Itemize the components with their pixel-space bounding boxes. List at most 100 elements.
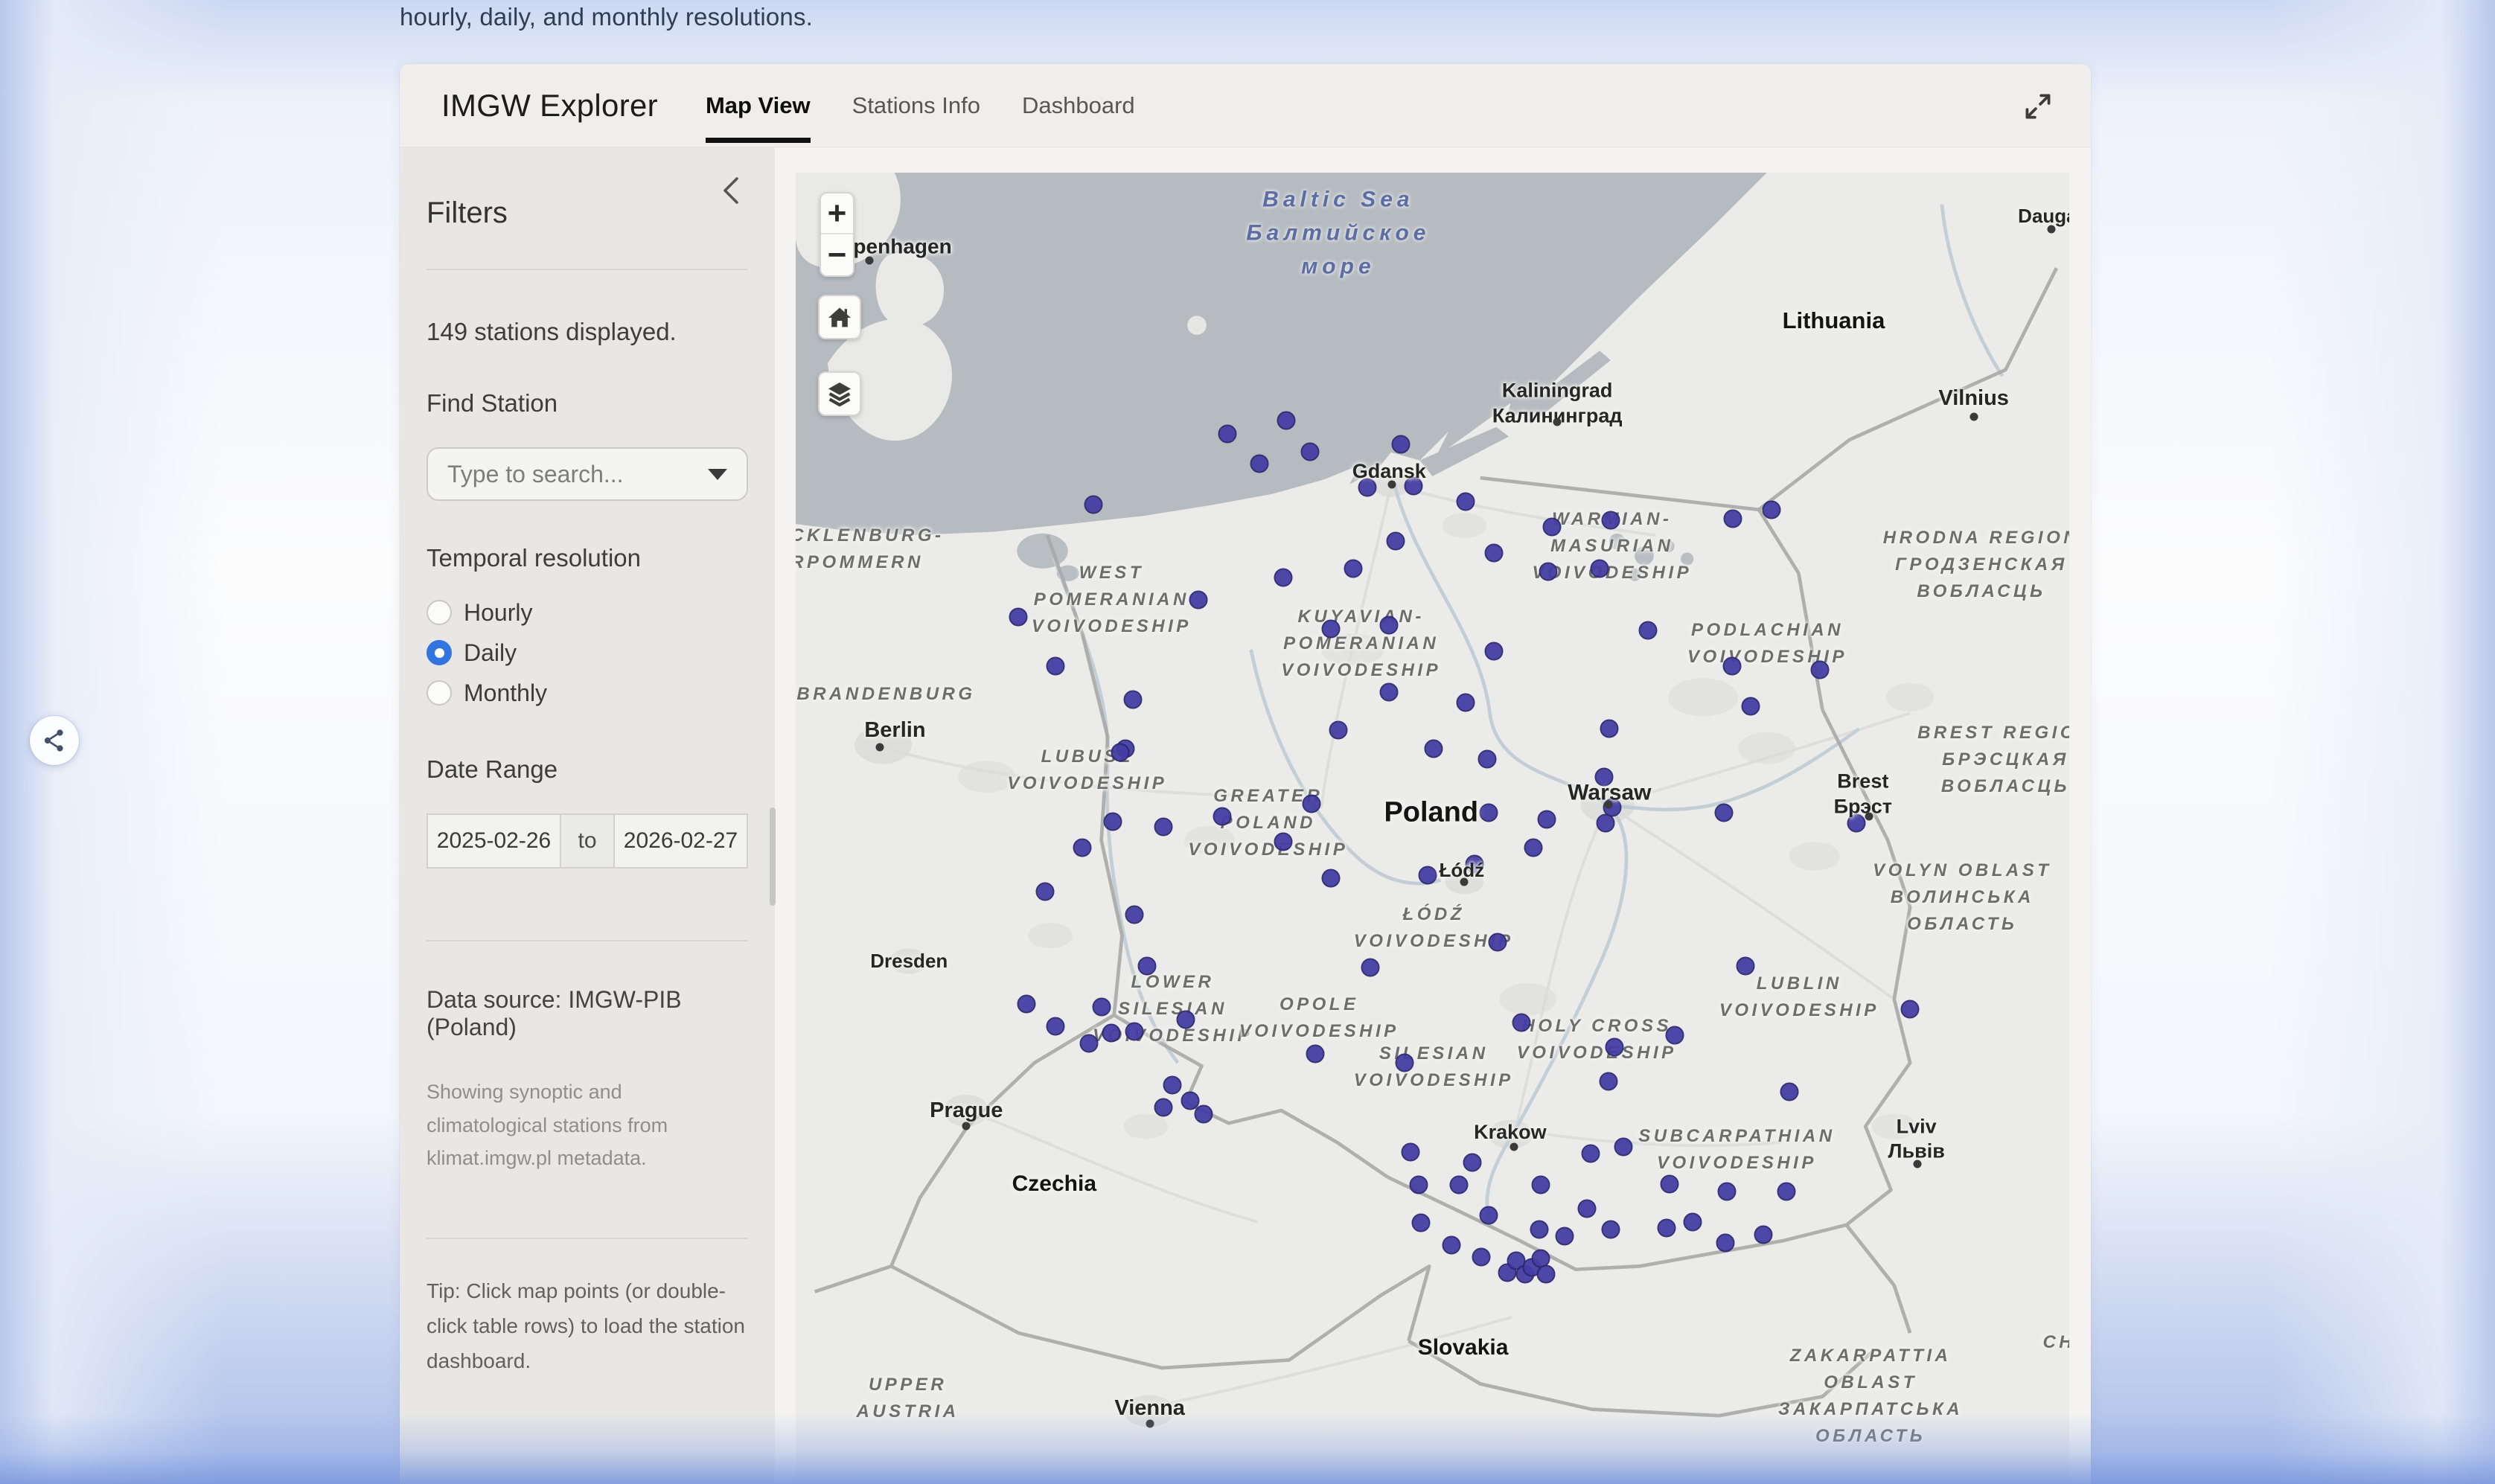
station-dot[interactable]: [1047, 656, 1065, 675]
station-dot[interactable]: [1250, 455, 1268, 473]
station-dot[interactable]: [1418, 866, 1437, 885]
station-dot[interactable]: [1104, 813, 1122, 831]
tab-map-view[interactable]: Map View: [706, 64, 811, 147]
station-dot[interactable]: [1479, 1206, 1498, 1224]
station-dot[interactable]: [1602, 1221, 1620, 1239]
station-dot[interactable]: [1590, 560, 1609, 578]
station-dot[interactable]: [1722, 656, 1741, 675]
station-dot[interactable]: [1484, 543, 1503, 562]
station-dot[interactable]: [1361, 958, 1379, 976]
station-dot[interactable]: [1189, 591, 1207, 610]
station-dot[interactable]: [1456, 493, 1475, 511]
station-dot[interactable]: [1717, 1183, 1736, 1201]
station-dot[interactable]: [1597, 813, 1615, 832]
home-icon[interactable]: [818, 295, 861, 339]
station-dot[interactable]: [1386, 532, 1405, 551]
station-dot[interactable]: [1344, 560, 1363, 578]
station-dot[interactable]: [1329, 720, 1347, 739]
layers-icon[interactable]: [818, 371, 861, 416]
station-dot[interactable]: [1524, 839, 1542, 857]
station-dot[interactable]: [1412, 1214, 1431, 1232]
station-dot[interactable]: [1409, 1176, 1428, 1194]
station-dot[interactable]: [1577, 1199, 1596, 1218]
station-dot[interactable]: [1274, 832, 1293, 851]
station-dot[interactable]: [1539, 562, 1558, 581]
station-dot[interactable]: [1194, 1105, 1213, 1124]
station-dot[interactable]: [1176, 1011, 1195, 1029]
radio-option-daily[interactable]: Daily: [427, 633, 748, 672]
station-dot[interactable]: [1658, 1219, 1676, 1238]
station-dot[interactable]: [1154, 818, 1173, 837]
station-dot[interactable]: [1321, 620, 1340, 639]
station-dot[interactable]: [1530, 1221, 1549, 1239]
station-dot[interactable]: [1478, 749, 1497, 768]
station-dot[interactable]: [1463, 1154, 1481, 1172]
station-dot[interactable]: [1660, 1174, 1678, 1193]
station-dot[interactable]: [1395, 1054, 1413, 1072]
station-dot[interactable]: [1425, 739, 1443, 758]
station-dot[interactable]: [1125, 906, 1144, 924]
station-dot[interactable]: [1762, 500, 1780, 519]
station-dot[interactable]: [1125, 1023, 1144, 1041]
station-dot[interactable]: [1472, 1248, 1490, 1267]
station-dot[interactable]: [1512, 1013, 1531, 1032]
station-dot[interactable]: [1391, 435, 1410, 453]
station-dot[interactable]: [1092, 997, 1111, 1016]
station-dot[interactable]: [1531, 1176, 1550, 1194]
tab-stations-info[interactable]: Stations Info: [852, 64, 980, 147]
station-dot[interactable]: [1599, 1072, 1617, 1091]
station-dot[interactable]: [1213, 807, 1232, 826]
station-dot[interactable]: [1901, 1000, 1920, 1019]
station-dot[interactable]: [1456, 693, 1475, 711]
station-dot[interactable]: [1084, 495, 1103, 514]
station-dot[interactable]: [1538, 810, 1556, 828]
station-dot[interactable]: [1073, 839, 1091, 857]
station-dot[interactable]: [1543, 517, 1562, 536]
station-search-input[interactable]: Type to search...: [427, 447, 748, 501]
zoom-in-button[interactable]: +: [821, 194, 853, 234]
radio-option-monthly[interactable]: Monthly: [427, 674, 748, 712]
station-dot[interactable]: [1163, 1076, 1182, 1095]
station-dot[interactable]: [1277, 412, 1295, 430]
station-dot[interactable]: [1724, 510, 1742, 528]
date-to-field[interactable]: 2026-02-27: [613, 813, 748, 869]
station-dot[interactable]: [1716, 1233, 1735, 1252]
station-dot[interactable]: [1274, 569, 1293, 587]
date-from-field[interactable]: 2025-02-26: [427, 813, 561, 869]
station-dot[interactable]: [1450, 1176, 1469, 1194]
station-dot[interactable]: [1737, 957, 1755, 976]
station-dot[interactable]: [1009, 608, 1028, 627]
station-dot[interactable]: [1581, 1144, 1600, 1162]
station-dot[interactable]: [1036, 882, 1055, 901]
chevron-left-icon[interactable]: [715, 173, 748, 208]
station-dot[interactable]: [1124, 691, 1143, 709]
station-dot[interactable]: [1306, 1045, 1325, 1064]
fullscreen-icon[interactable]: [2019, 88, 2057, 125]
station-dot[interactable]: [1302, 794, 1320, 813]
station-dot[interactable]: [1556, 1226, 1574, 1245]
station-dot[interactable]: [1402, 1143, 1420, 1162]
station-dot[interactable]: [1154, 1098, 1173, 1117]
station-dot[interactable]: [1683, 1212, 1702, 1231]
station-dot[interactable]: [1479, 803, 1498, 822]
sidebar-scrollbar[interactable]: [770, 807, 776, 906]
station-dot[interactable]: [1218, 424, 1237, 443]
station-dot[interactable]: [1742, 697, 1760, 716]
station-dot[interactable]: [1079, 1034, 1098, 1052]
station-dot[interactable]: [1780, 1083, 1798, 1101]
station-dot[interactable]: [1777, 1183, 1796, 1201]
station-dot[interactable]: [1638, 621, 1657, 639]
zoom-out-button[interactable]: −: [821, 234, 853, 275]
share-nodes-icon[interactable]: [30, 716, 79, 765]
station-dot[interactable]: [1614, 1138, 1633, 1157]
station-dot[interactable]: [1380, 615, 1399, 634]
station-dot[interactable]: [1017, 995, 1035, 1014]
station-dot[interactable]: [1111, 743, 1130, 761]
map-pane[interactable]: CKLENBURG-RPOMMERNWESTPOMERANIANVOIVODES…: [796, 173, 2069, 1484]
station-dot[interactable]: [1536, 1265, 1555, 1284]
station-dot[interactable]: [1102, 1023, 1121, 1042]
station-dot[interactable]: [1484, 642, 1503, 661]
station-dot[interactable]: [1443, 1236, 1461, 1255]
station-dot[interactable]: [1606, 1038, 1624, 1057]
station-dot[interactable]: [1665, 1026, 1684, 1045]
